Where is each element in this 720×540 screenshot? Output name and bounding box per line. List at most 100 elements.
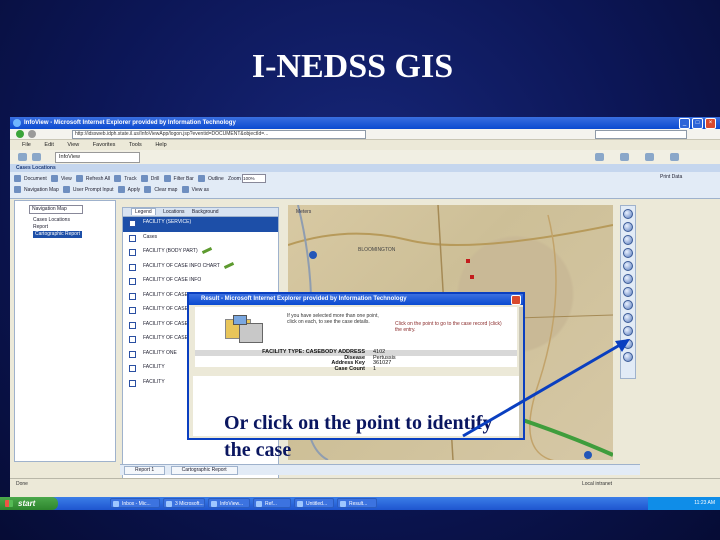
- full-extent-icon[interactable]: [623, 248, 633, 258]
- toolbar-drill[interactable]: Drill: [151, 176, 160, 182]
- pan-icon[interactable]: [623, 235, 633, 245]
- layer-checkbox[interactable]: [129, 234, 136, 242]
- toolbar-apply[interactable]: Apply: [128, 187, 141, 193]
- case-record: FACILITY TYPE: CASEBODY ADDRESS 4102 Dise…: [195, 349, 517, 372]
- clear-selection-icon[interactable]: [623, 313, 633, 323]
- apply-icon: [117, 186, 125, 193]
- popup-note: Click on the point to go to the case rec…: [395, 321, 502, 333]
- print-map-icon[interactable]: [623, 352, 633, 362]
- layer-row[interactable]: Cases: [123, 232, 278, 247]
- menu-file[interactable]: File: [22, 142, 31, 148]
- tab-background[interactable]: Background: [192, 209, 219, 215]
- zoom-select[interactable]: 100%: [242, 174, 267, 183]
- layer-checkbox[interactable]: [129, 263, 136, 271]
- nav-item-cases-locations[interactable]: Cases Locations: [33, 217, 82, 224]
- print-icon[interactable]: [620, 153, 629, 161]
- taskbar-item[interactable]: Ref...: [253, 498, 291, 508]
- layer-checkbox[interactable]: [129, 292, 136, 300]
- search-box[interactable]: [595, 130, 687, 139]
- tab-report-1[interactable]: Report 1: [124, 466, 166, 475]
- tab-legend[interactable]: Legend: [131, 208, 156, 215]
- layer-checkbox[interactable]: [129, 365, 136, 372]
- nav-item-cartographic-report[interactable]: Cartographic Report: [33, 231, 83, 238]
- security-zone: Local intranet: [582, 481, 613, 487]
- case-point[interactable]: [466, 259, 470, 263]
- taskbar-item[interactable]: 3 Microsoft...: [163, 498, 205, 508]
- layer-row[interactable]: FACILITY (BODY PART): [123, 246, 278, 261]
- next-extent-icon[interactable]: [623, 274, 633, 284]
- menu-view[interactable]: View: [67, 142, 79, 148]
- menu-help[interactable]: Help: [155, 142, 166, 148]
- track-icon: [114, 175, 122, 182]
- toolbar-navigation-map[interactable]: Navigation Map: [24, 187, 59, 193]
- ie-icon: [13, 119, 21, 127]
- menu-bar: File Edit View Favorites Tools Help: [10, 140, 720, 150]
- home-icon[interactable]: [595, 153, 604, 161]
- layer-label: FACILITY ONE: [143, 349, 177, 356]
- zoom-out-icon[interactable]: [623, 222, 633, 232]
- layer-label: FACILITY (BODY PART): [143, 248, 198, 254]
- layer-checkbox[interactable]: [129, 336, 136, 343]
- legend-symbol-icon: [201, 247, 212, 255]
- identify-icon[interactable]: [623, 326, 633, 336]
- tools-icon[interactable]: [670, 153, 679, 161]
- add-favorite-icon[interactable]: [32, 153, 41, 161]
- previous-extent-icon[interactable]: [623, 261, 633, 271]
- toolbar-view[interactable]: View: [61, 176, 72, 182]
- measure-icon[interactable]: [623, 287, 633, 297]
- popup-close-icon[interactable]: [511, 295, 521, 305]
- toolbar-track[interactable]: Track: [124, 176, 136, 182]
- popup-instruction: If you have selected more than one point…: [287, 313, 379, 325]
- record-value: 1: [373, 365, 377, 372]
- toolbar-refresh[interactable]: Refresh All: [86, 176, 110, 182]
- document-icon: [14, 175, 21, 182]
- menu-favorites[interactable]: Favorites: [93, 142, 116, 148]
- buffer-icon[interactable]: [623, 339, 633, 349]
- tab-cartographic-report[interactable]: Cartographic Report: [170, 466, 238, 475]
- nav-item-report[interactable]: Report: [33, 224, 82, 231]
- maximize-button[interactable]: □: [692, 118, 703, 129]
- layer-checkbox[interactable]: [129, 249, 136, 256]
- menu-tools[interactable]: Tools: [129, 142, 142, 148]
- favorites-star-icon[interactable]: [18, 153, 27, 161]
- page-icon[interactable]: [645, 153, 654, 161]
- case-point[interactable]: [470, 275, 474, 279]
- layer-row[interactable]: FACILITY (SERVICE): [123, 217, 278, 232]
- layer-label: FACILITY (SERVICE): [143, 219, 192, 225]
- zoom-in-icon[interactable]: [623, 209, 633, 219]
- taskbar-item[interactable]: Result...: [337, 498, 377, 508]
- case-graphic-icon: [225, 315, 267, 345]
- menu-edit[interactable]: Edit: [44, 142, 53, 148]
- print-data-button[interactable]: Print Data: [660, 174, 682, 180]
- layer-row[interactable]: FACILITY OF CASE INFO: [123, 275, 278, 290]
- layer-checkbox[interactable]: [129, 220, 136, 227]
- minimize-button[interactable]: _: [679, 118, 690, 129]
- close-button[interactable]: ×: [705, 118, 716, 129]
- taskbar-item[interactable]: InfoView...: [208, 498, 250, 508]
- back-icon[interactable]: [16, 130, 24, 138]
- toolbar-outline[interactable]: Outline: [208, 176, 224, 182]
- layer-row[interactable]: FACILITY OF CASE INFO CHART: [123, 261, 278, 276]
- legend-symbol-icon: [223, 261, 234, 269]
- toolbar-document[interactable]: Document: [24, 176, 47, 182]
- layer-checkbox[interactable]: [129, 278, 136, 285]
- tab-locations[interactable]: Locations: [163, 209, 184, 215]
- toolbar-clear-map[interactable]: Clear map: [154, 187, 177, 193]
- layer-checkbox[interactable]: [129, 379, 136, 387]
- layer-checkbox[interactable]: [129, 321, 136, 329]
- toolbar-prompt[interactable]: User Prompt Input: [73, 187, 114, 193]
- layer-label: FACILITY OF CASE: [143, 320, 188, 327]
- tab-infoview[interactable]: InfoView: [55, 152, 140, 163]
- layer-tabs: Legend Locations Background: [123, 208, 278, 217]
- start-button[interactable]: start: [0, 497, 58, 510]
- navigation-dropdown[interactable]: Navigation Map: [29, 205, 83, 214]
- toolbar-view-as[interactable]: View as: [192, 187, 209, 193]
- toolbar-filter[interactable]: Filter Bar: [174, 176, 194, 182]
- forward-icon[interactable]: [28, 130, 36, 138]
- taskbar-item[interactable]: Inbox - Mic...: [110, 498, 160, 508]
- taskbar-item[interactable]: Untitled...: [294, 498, 334, 508]
- layer-checkbox[interactable]: [129, 307, 136, 314]
- layer-checkbox[interactable]: [129, 350, 136, 358]
- select-icon[interactable]: [623, 300, 633, 310]
- address-field[interactable]: http://idssweb.idph.state.il.us/InfoView…: [72, 130, 366, 139]
